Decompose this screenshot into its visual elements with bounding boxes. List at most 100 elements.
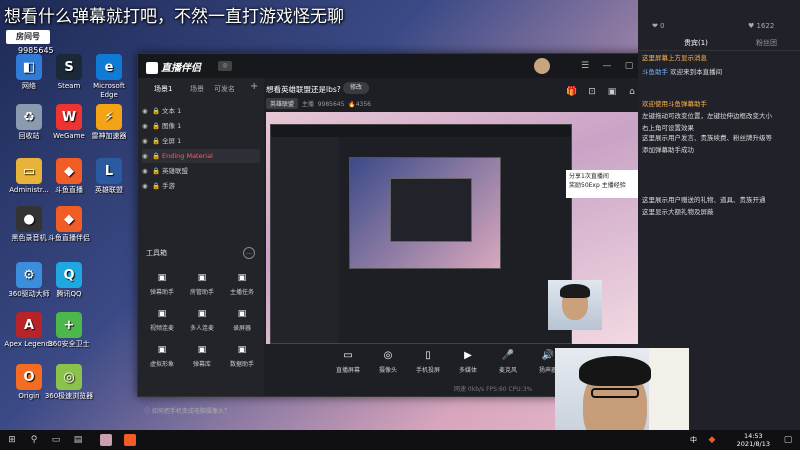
- source-item[interactable]: ◉ 🔒 文本 1: [142, 104, 260, 118]
- tab-fans[interactable]: 粉丝团: [756, 38, 777, 48]
- maximize-icon[interactable]: ▢: [622, 59, 636, 73]
- chat-text: 欢迎使用斗鱼弹幕助手: [642, 100, 707, 108]
- eye-icon[interactable]: ◉: [142, 149, 152, 163]
- source-button[interactable]: ▶ 多媒体: [448, 350, 488, 374]
- leishen-icon: ⚡: [96, 104, 122, 130]
- room-heat: 4356: [355, 101, 371, 108]
- media-icon: ▶: [464, 350, 472, 361]
- source-item[interactable]: ◉ 🔒 全屏 1: [142, 134, 260, 148]
- task-view-icon[interactable]: ▭: [50, 434, 62, 446]
- source-item[interactable]: ◉ 🔒 图像 1: [142, 119, 260, 133]
- desktop-icon-label: 斗鱼直播伴侣: [48, 234, 90, 242]
- data-icon: ▣: [237, 345, 247, 355]
- eye-icon[interactable]: ◉: [142, 119, 152, 133]
- save-icon[interactable]: ▣: [606, 86, 618, 98]
- room-category[interactable]: 英雄联盟: [266, 98, 299, 109]
- more-tools-icon[interactable]: …: [243, 247, 255, 259]
- input-language[interactable]: 中: [690, 435, 697, 445]
- danmaku-lib-icon: ▣: [197, 345, 207, 355]
- eye-icon[interactable]: ◉: [142, 104, 152, 118]
- minimize-icon[interactable]: —: [600, 59, 614, 73]
- lock-icon[interactable]: 🔒: [152, 134, 162, 148]
- tool-item[interactable]: ▣ 多人连麦: [182, 308, 222, 332]
- eye-icon[interactable]: ◉: [142, 179, 152, 193]
- desktop-icon[interactable]: +360安全卫士: [44, 312, 94, 349]
- chat-text: 这里展示用户赠送的礼物、道具、贵族开通: [642, 196, 766, 204]
- menu-icon[interactable]: ☰: [578, 59, 592, 73]
- tab-named[interactable]: 可发名: [214, 84, 235, 94]
- tab-scene[interactable]: 场景: [190, 84, 204, 94]
- tool-item[interactable]: ▣ 主播任务: [222, 272, 262, 296]
- eye-icon[interactable]: ◉: [142, 134, 152, 148]
- clock[interactable]: 14:53 2021/8/13: [737, 432, 770, 448]
- room-number-badge: 房间号: [6, 30, 50, 44]
- file-explorer-icon[interactable]: ▤: [72, 434, 84, 446]
- chat-text: 右上角可设置效果: [642, 124, 694, 132]
- lock-icon[interactable]: ⊡: [586, 86, 598, 98]
- tab-vip[interactable]: 贵宾(1): [684, 38, 708, 48]
- source-item[interactable]: ◉ 🔒 手游: [142, 179, 260, 193]
- source-button[interactable]: ▯ 手机投屏: [408, 350, 448, 374]
- taskbar-app-icon[interactable]: [100, 434, 112, 446]
- source-button-label: 直播屏幕: [335, 367, 360, 374]
- source-button[interactable]: 🎤 麦克风: [488, 350, 528, 374]
- room-admin-icon: ▣: [197, 273, 207, 283]
- chat-message: 这里展示用户赠送的礼物、道具、贵族开通: [642, 196, 798, 205]
- clock-time: 14:53: [743, 432, 763, 440]
- status-text: 网速 0kb/s FPS:60 CPU:3%: [454, 386, 533, 393]
- desktop-icon[interactable]: e Microsoft Edge: [84, 54, 134, 100]
- task-icon: ▣: [237, 273, 247, 283]
- add-scene-icon[interactable]: +: [250, 81, 258, 92]
- desktop-icon-label: 360安全卫士: [48, 340, 90, 348]
- gift-icon[interactable]: 🎁: [566, 86, 578, 98]
- desktop-icon[interactable]: ◎ 360极速浏览器: [44, 364, 94, 401]
- desktop-icon[interactable]: Q 腾讯QQ: [44, 262, 94, 299]
- source-button[interactable]: ◎ 摄像头: [368, 350, 408, 374]
- edit-title-button[interactable]: 修改: [343, 82, 369, 94]
- tool-item[interactable]: ▣ 弹幕助手: [142, 272, 182, 296]
- tool-item[interactable]: ▣ 视频连麦: [142, 308, 182, 332]
- desktop-icon[interactable]: ◆ 斗鱼直播伴侣: [44, 206, 94, 243]
- lock-icon[interactable]: 🔒: [152, 164, 162, 178]
- lock-icon[interactable]: 🔒: [152, 119, 162, 133]
- lock-icon[interactable]: 🔒: [152, 149, 162, 163]
- source-item[interactable]: ◉ 🔒 Ending Material: [142, 149, 260, 163]
- tab-scene-1[interactable]: 场景1: [154, 84, 172, 94]
- windows-start-icon[interactable]: ⊞: [6, 434, 18, 446]
- source-button-label: 多媒体: [458, 367, 477, 374]
- desktop-icon-label: Microsoft Edge: [93, 82, 125, 99]
- eye-icon[interactable]: ◉: [142, 164, 152, 178]
- avatar-icon[interactable]: [534, 58, 550, 74]
- search-icon[interactable]: ⚲: [28, 434, 40, 446]
- share-reward-line-2: 奖励50Exp 主播经验: [569, 182, 626, 189]
- desktop-icon[interactable]: L 英雄联盟: [84, 158, 134, 195]
- chat-user[interactable]: 斗鱼助手: [642, 68, 668, 76]
- chat-message: 这里展示用户发言、贵族续费、粉丝牌升级等: [642, 134, 798, 143]
- tool-item[interactable]: ▣ 弹幕库: [182, 344, 222, 368]
- tool-item[interactable]: ▣ 数据助手: [222, 344, 262, 368]
- app-window: 直播伴侣 ◎ ☰ — ▢ ✕ 场景1 场景 可发名 + ◉🔒文本 1◉🔒图像 1…: [137, 53, 667, 415]
- desktop-icon[interactable]: ⚡ 雷神加速器: [84, 104, 134, 141]
- preview-webcam: [548, 280, 602, 330]
- notification-icon[interactable]: ▢: [782, 434, 794, 446]
- stream-preview[interactable]: 分享1次直播间 奖励50Exp 主播经验: [266, 112, 658, 344]
- record-icon[interactable]: ⌂: [626, 86, 638, 98]
- tool-item[interactable]: ▣ 录屏器: [222, 308, 262, 332]
- avatar-virtual-icon: ▣: [157, 345, 167, 355]
- recorder-icon: ▣: [237, 309, 247, 319]
- app-titlebar: 直播伴侣 ◎ ☰ — ▢ ✕: [138, 54, 666, 78]
- version-badge[interactable]: ◎: [218, 61, 232, 71]
- douyu-taskbar-icon[interactable]: [124, 434, 136, 446]
- desktop-icon-label: 360极速浏览器: [44, 392, 94, 400]
- tool-item[interactable]: ▣ 房管助手: [182, 272, 222, 296]
- source-button[interactable]: ▭ 直播屏幕: [328, 350, 368, 374]
- lock-icon[interactable]: 🔒: [152, 104, 162, 118]
- source-item[interactable]: ◉ 🔒 英雄联盟: [142, 164, 260, 178]
- help-link[interactable]: ⓘ 如何把手机变成电脑摄像头？: [144, 406, 230, 415]
- tool-label: 房管助手: [189, 289, 214, 296]
- chat-stats: ❤ 0 ♥ 1622: [638, 0, 800, 36]
- tool-item[interactable]: ▣ 虚拟形象: [142, 344, 182, 368]
- multi-link-icon: ▣: [197, 309, 207, 319]
- tray-douyu-icon[interactable]: ◆: [706, 434, 718, 446]
- lock-icon[interactable]: 🔒: [152, 179, 162, 193]
